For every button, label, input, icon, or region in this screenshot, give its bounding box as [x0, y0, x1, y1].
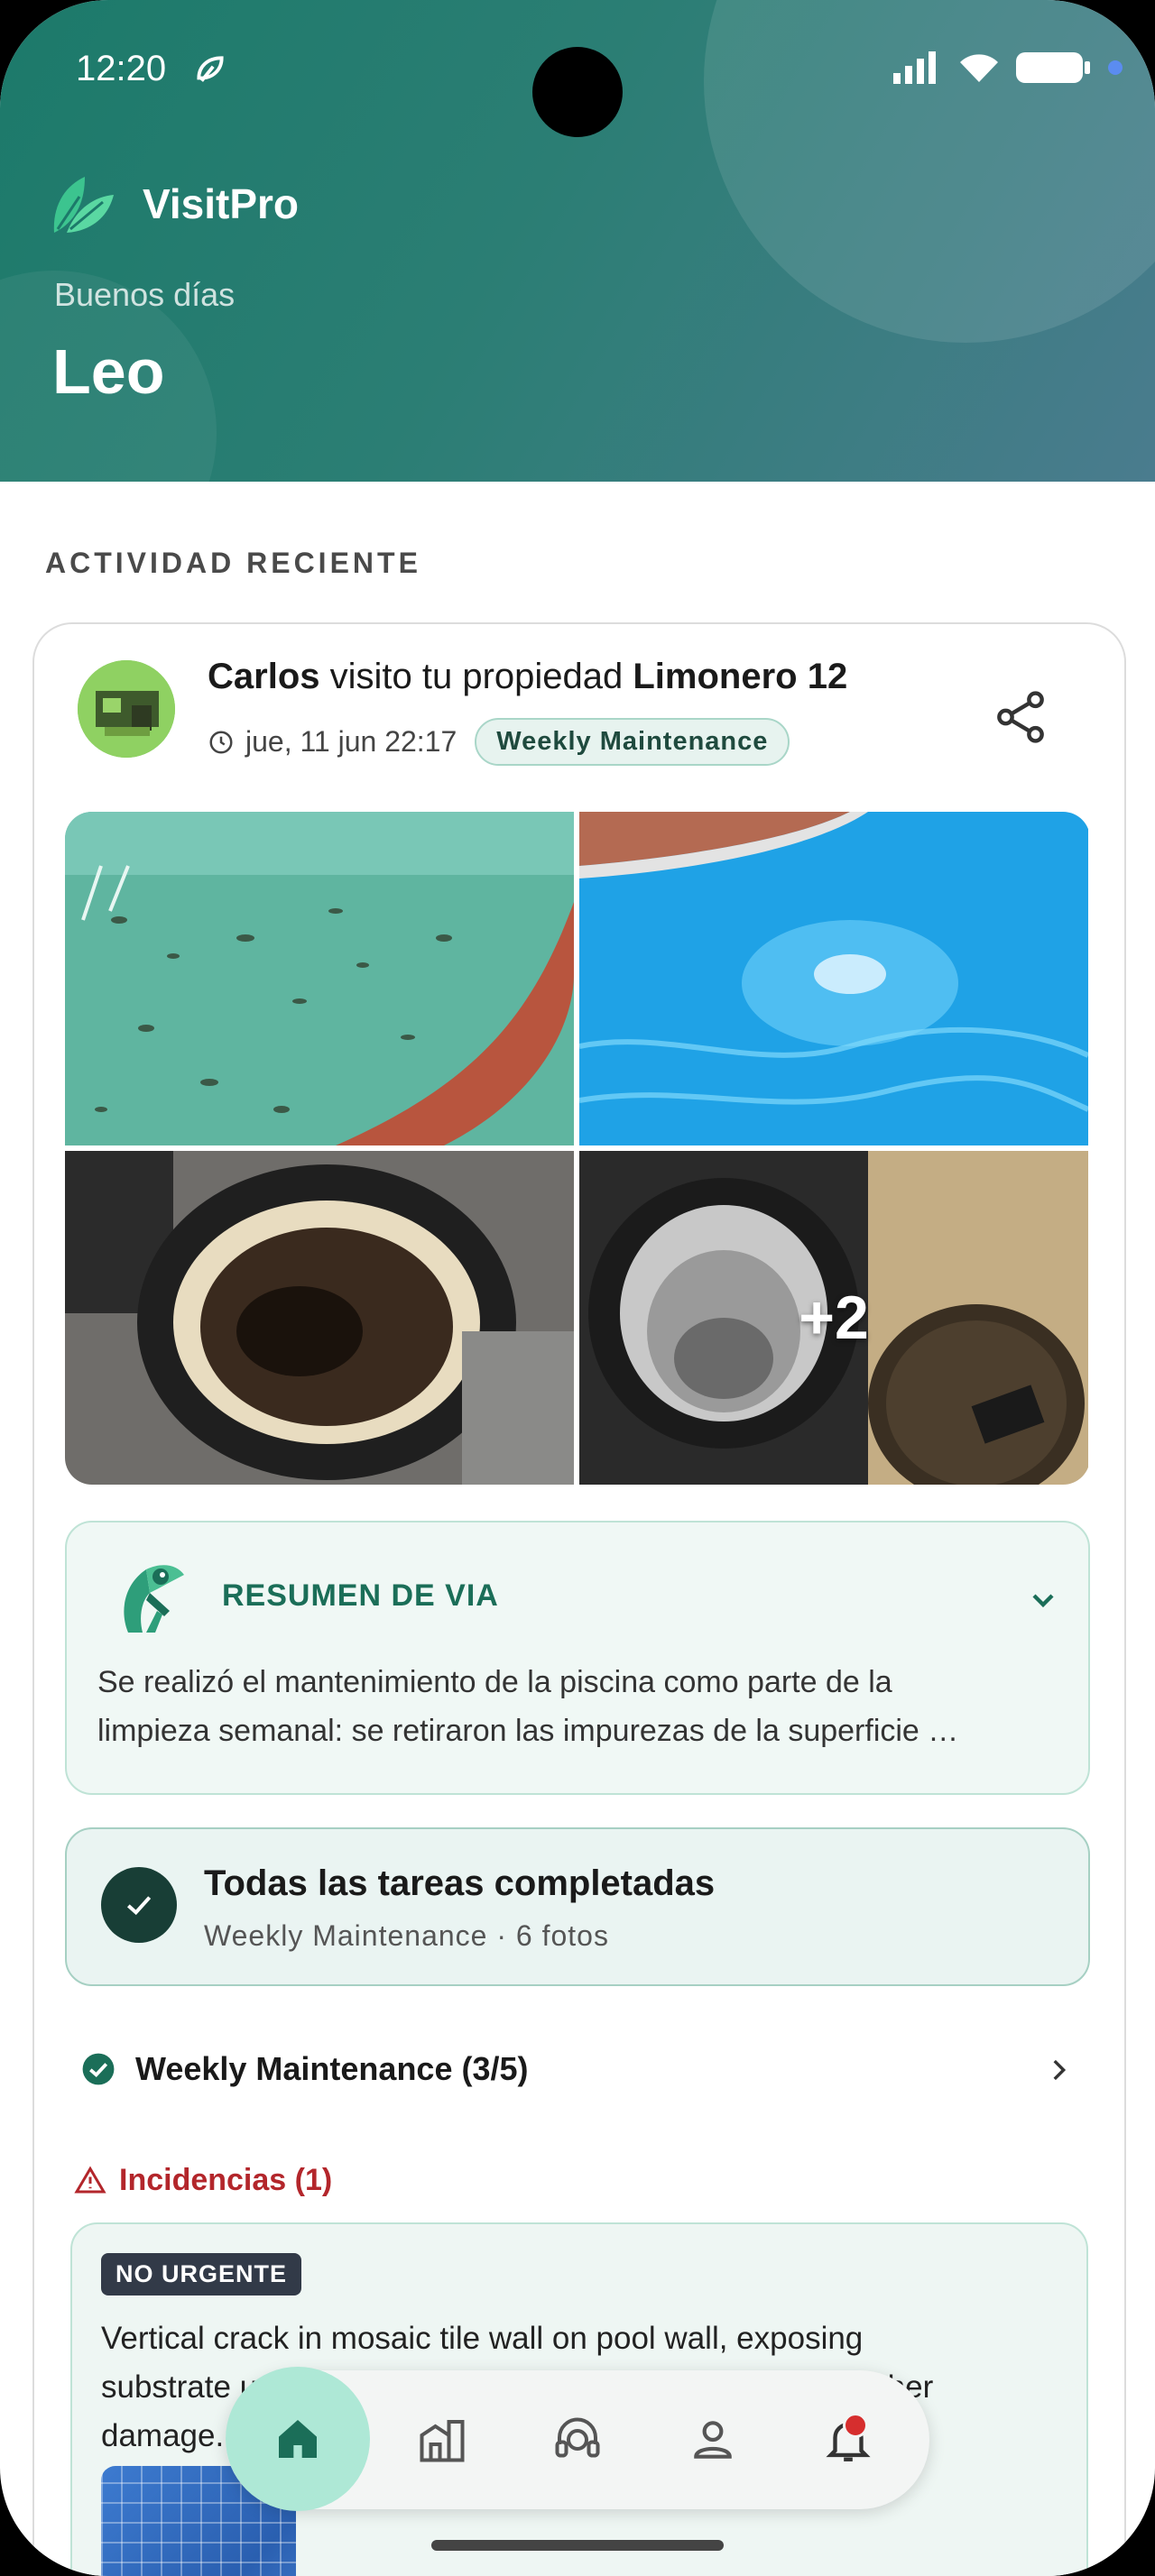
user-name: Leo	[52, 336, 165, 407]
home-icon	[279, 2420, 317, 2458]
incidents-header: Incidencias (1)	[74, 2163, 332, 2198]
nav-support[interactable]	[532, 2395, 623, 2485]
signal-icon	[893, 51, 936, 84]
building-icon	[420, 2420, 465, 2462]
person-icon	[694, 2421, 732, 2459]
warning-icon	[74, 2166, 106, 2193]
tasks-subtitle: Weekly Maintenance · 6 fotos	[204, 1919, 609, 1952]
home-indicator[interactable]	[431, 2540, 724, 2551]
phone-screen: 12:20 VisitPro Buenos días Leo ACTIVIDAD…	[0, 0, 1155, 2576]
visit-summary-line: Carlos visito tu propiedad Limonero 12	[208, 657, 847, 697]
nav-notifications[interactable]	[803, 2395, 893, 2485]
check-circle-icon	[82, 2053, 115, 2085]
urgency-badge: NO URGENTE	[101, 2253, 302, 2295]
visit-date: jue, 11 jun 22:17	[245, 725, 457, 758]
summary-text: Se realizó el mantenimiento de la piscin…	[97, 1658, 1054, 1755]
share-icon	[997, 691, 1044, 743]
check-circle-icon	[101, 1867, 177, 1943]
via-summary-panel[interactable]: RESUMEN DE VIA Se realizó el mantenimien…	[65, 1521, 1090, 1795]
wifi-icon	[960, 54, 998, 82]
worker-name: Carlos	[208, 657, 320, 696]
battery-icon	[1016, 52, 1090, 83]
status-icons	[893, 51, 1123, 85]
tasks-complete-panel: Todas las tareas completadas Weekly Main…	[65, 1827, 1090, 1986]
leaf-logo-icon	[53, 177, 114, 233]
privacy-dot	[1108, 60, 1123, 75]
app-header: 12:20 VisitPro Buenos días Leo	[0, 0, 1155, 482]
status-app-icon	[193, 52, 227, 91]
photo-clean-pool[interactable]	[579, 812, 1088, 1145]
support-agent-icon	[555, 2417, 600, 2458]
via-mascot-icon	[124, 1565, 184, 1633]
checklist-row[interactable]: Weekly Maintenance (3/5)	[81, 2042, 1092, 2096]
notification-badge	[843, 2413, 868, 2438]
property-name[interactable]: Limonero 12	[633, 657, 847, 696]
nav-home[interactable]	[226, 2367, 370, 2511]
status-time: 12:20	[76, 49, 167, 88]
camera-cutout	[532, 47, 623, 137]
bottom-navbar	[226, 2367, 929, 2511]
photo-clean-pump-basket[interactable]: +2	[579, 1151, 1088, 1485]
photo-dirty-pump-basket[interactable]	[65, 1151, 574, 1485]
chevron-right-icon	[1053, 2059, 1067, 2081]
activity-card: Carlos visito tu propiedad Limonero 12 j…	[32, 622, 1126, 2576]
checklist-label: Weekly Maintenance (3/5)	[135, 2050, 529, 2087]
incident-line-1: Vertical crack in mosaic tile wall on po…	[101, 2321, 864, 2356]
share-button[interactable]	[991, 687, 1050, 751]
greeting: Buenos días	[54, 276, 236, 313]
brand-name: VisitPro	[143, 180, 299, 227]
brand: VisitPro	[49, 170, 299, 238]
tasks-title: Todas las tareas completadas	[204, 1863, 716, 1903]
more-photos-count[interactable]: +2	[579, 1151, 1088, 1485]
incidents-label: Incidencias (1)	[119, 2163, 333, 2197]
photo-grid: +2	[65, 812, 1090, 1485]
clock-icon	[209, 731, 233, 753]
avatar[interactable]	[78, 660, 175, 758]
summary-line-1: Se realizó el mantenimiento de la piscin…	[97, 1665, 892, 1699]
chevron-down-icon[interactable]	[1025, 1582, 1061, 1623]
summary-line-2: limpieza semanal: se retiraron las impur…	[97, 1714, 959, 1748]
service-tag: Weekly Maintenance	[475, 718, 790, 766]
nav-properties[interactable]	[397, 2395, 487, 2485]
section-title: ACTIVIDAD RECIENTE	[45, 547, 421, 579]
photo-dirty-pool[interactable]	[65, 812, 574, 1145]
visit-meta: jue, 11 jun 22:17 Weekly Maintenance	[208, 718, 790, 766]
nav-profile[interactable]	[668, 2395, 758, 2485]
summary-title: RESUMEN DE VIA	[222, 1578, 499, 1613]
visit-verb: visito tu propiedad	[319, 657, 633, 696]
check-icon	[126, 1896, 152, 1916]
